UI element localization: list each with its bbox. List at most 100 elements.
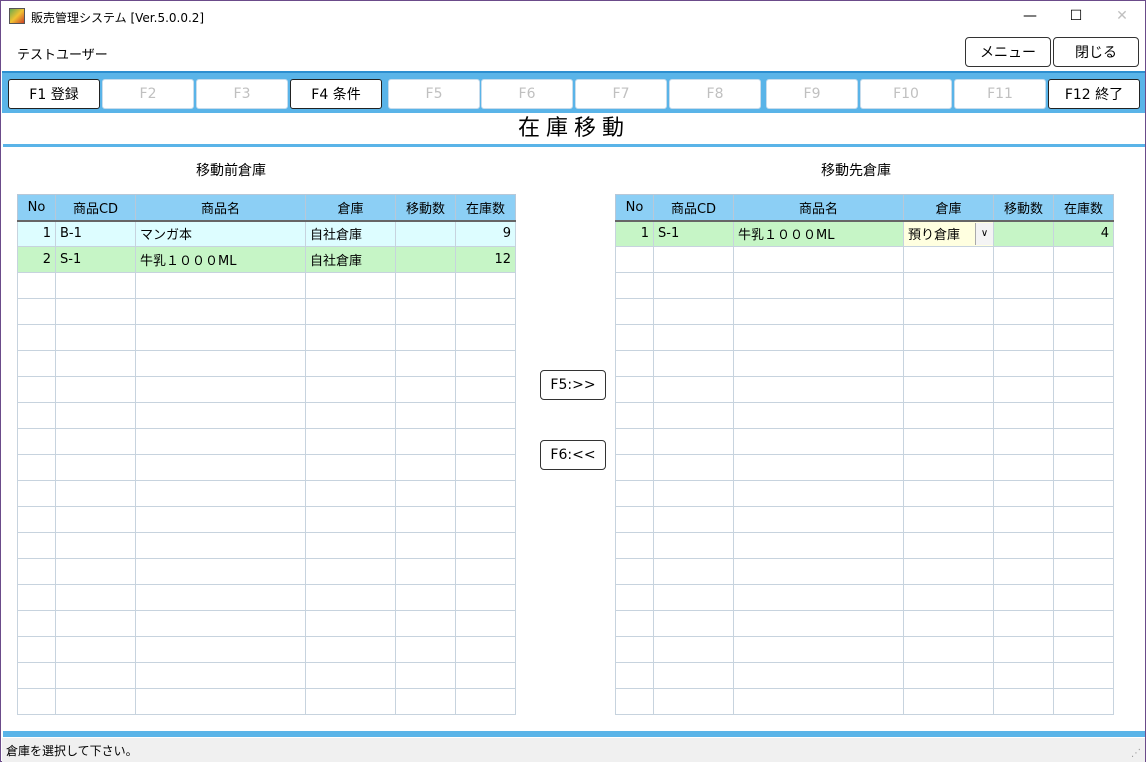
destination-empty-cell[interactable]	[615, 688, 654, 715]
destination-cell-no[interactable]: 1	[615, 220, 654, 247]
destination-empty-cell[interactable]	[615, 402, 654, 429]
destination-empty-cell[interactable]	[1053, 662, 1114, 689]
destination-empty-cell[interactable]	[993, 584, 1054, 611]
source-empty-cell[interactable]	[17, 688, 56, 715]
source-empty-cell[interactable]	[135, 584, 306, 611]
source-empty-cell[interactable]	[55, 480, 136, 507]
source-empty-cell[interactable]	[55, 402, 136, 429]
destination-empty-cell[interactable]	[615, 454, 654, 481]
destination-empty-cell[interactable]	[1053, 584, 1114, 611]
source-empty-cell[interactable]	[305, 610, 396, 637]
source-empty-cell[interactable]	[55, 272, 136, 299]
source-empty-cell[interactable]	[395, 350, 456, 377]
resize-grip-icon[interactable]: ⋰	[1131, 748, 1141, 759]
destination-empty-cell[interactable]	[993, 272, 1054, 299]
destination-empty-cell[interactable]	[1053, 558, 1114, 585]
move-back-button[interactable]: F6:<<	[540, 440, 606, 470]
move-forward-button[interactable]: F5:>>	[540, 370, 606, 400]
function-key-f12[interactable]: F12 終了	[1048, 79, 1140, 109]
destination-empty-cell[interactable]	[993, 506, 1054, 533]
source-empty-cell[interactable]	[305, 636, 396, 663]
destination-empty-cell[interactable]	[615, 480, 654, 507]
source-empty-cell[interactable]	[395, 610, 456, 637]
source-empty-cell[interactable]	[17, 272, 56, 299]
destination-empty-cell[interactable]	[653, 272, 734, 299]
destination-empty-cell[interactable]	[615, 532, 654, 559]
source-empty-cell[interactable]	[395, 428, 456, 455]
destination-empty-cell[interactable]	[993, 246, 1054, 273]
source-empty-cell[interactable]	[17, 402, 56, 429]
destination-empty-cell[interactable]	[993, 532, 1054, 559]
destination-empty-cell[interactable]	[733, 532, 904, 559]
source-empty-cell[interactable]	[395, 662, 456, 689]
destination-col-header[interactable]: 倉庫	[903, 194, 994, 222]
destination-empty-row[interactable]	[615, 376, 1114, 403]
source-table-row[interactable]: 2 S-1 牛乳１０００ML 自社倉庫 12	[17, 246, 516, 273]
source-empty-cell[interactable]	[395, 558, 456, 585]
source-empty-cell[interactable]	[395, 532, 456, 559]
source-col-header[interactable]: 倉庫	[305, 194, 396, 222]
source-empty-cell[interactable]	[395, 454, 456, 481]
destination-empty-row[interactable]	[615, 506, 1114, 533]
source-empty-cell[interactable]	[135, 688, 306, 715]
source-empty-cell[interactable]	[305, 402, 396, 429]
destination-empty-cell[interactable]	[903, 324, 994, 351]
source-empty-cell[interactable]	[305, 662, 396, 689]
source-empty-cell[interactable]	[395, 636, 456, 663]
source-empty-row[interactable]	[17, 610, 516, 637]
source-empty-cell[interactable]	[135, 454, 306, 481]
source-empty-row[interactable]	[17, 480, 516, 507]
source-empty-cell[interactable]	[17, 428, 56, 455]
destination-empty-cell[interactable]	[1053, 454, 1114, 481]
destination-empty-cell[interactable]	[653, 662, 734, 689]
source-empty-cell[interactable]	[455, 350, 516, 377]
destination-empty-cell[interactable]	[1053, 350, 1114, 377]
destination-cell-move_qty[interactable]	[993, 220, 1054, 247]
destination-empty-cell[interactable]	[653, 610, 734, 637]
destination-empty-cell[interactable]	[615, 506, 654, 533]
destination-empty-cell[interactable]	[733, 350, 904, 377]
destination-grid[interactable]: No 商品CD 商品名 倉庫 移動数 在庫数 1 S-1 牛乳１０００ML 預り倉庫 ∨ 4	[615, 194, 1114, 715]
source-empty-cell[interactable]	[395, 480, 456, 507]
destination-empty-cell[interactable]	[993, 298, 1054, 325]
source-empty-row[interactable]	[17, 402, 516, 429]
source-empty-row[interactable]	[17, 272, 516, 299]
source-col-header[interactable]: 在庫数	[455, 194, 516, 222]
destination-empty-cell[interactable]	[653, 688, 734, 715]
destination-col-header[interactable]: 商品CD	[653, 194, 734, 222]
destination-empty-cell[interactable]	[615, 324, 654, 351]
destination-empty-row[interactable]	[615, 636, 1114, 663]
source-empty-cell[interactable]	[17, 584, 56, 611]
source-empty-cell[interactable]	[55, 506, 136, 533]
destination-empty-cell[interactable]	[733, 506, 904, 533]
source-empty-cell[interactable]	[305, 454, 396, 481]
destination-empty-cell[interactable]	[903, 506, 994, 533]
source-empty-cell[interactable]	[55, 428, 136, 455]
destination-cell-code[interactable]: S-1	[653, 220, 734, 247]
destination-empty-cell[interactable]	[903, 376, 994, 403]
source-grid[interactable]: No 商品CD 商品名 倉庫 移動数 在庫数 1 B-1 マンガ本 自社倉庫 9 2 S-1 牛乳１００…	[17, 194, 516, 715]
source-cell-code[interactable]: S-1	[55, 246, 136, 273]
destination-empty-cell[interactable]	[653, 636, 734, 663]
source-empty-cell[interactable]	[305, 324, 396, 351]
destination-empty-cell[interactable]	[653, 402, 734, 429]
source-empty-cell[interactable]	[455, 272, 516, 299]
source-empty-cell[interactable]	[455, 662, 516, 689]
destination-empty-cell[interactable]	[733, 454, 904, 481]
destination-empty-cell[interactable]	[733, 272, 904, 299]
destination-empty-cell[interactable]	[993, 636, 1054, 663]
source-empty-cell[interactable]	[455, 298, 516, 325]
source-empty-cell[interactable]	[135, 272, 306, 299]
destination-empty-cell[interactable]	[615, 558, 654, 585]
source-empty-cell[interactable]	[55, 350, 136, 377]
source-empty-cell[interactable]	[395, 272, 456, 299]
destination-empty-cell[interactable]	[993, 376, 1054, 403]
destination-empty-cell[interactable]	[733, 298, 904, 325]
source-empty-row[interactable]	[17, 376, 516, 403]
source-empty-row[interactable]	[17, 298, 516, 325]
destination-empty-cell[interactable]	[903, 480, 994, 507]
destination-empty-cell[interactable]	[903, 636, 994, 663]
destination-empty-cell[interactable]	[903, 532, 994, 559]
source-empty-cell[interactable]	[17, 376, 56, 403]
source-empty-cell[interactable]	[17, 350, 56, 377]
